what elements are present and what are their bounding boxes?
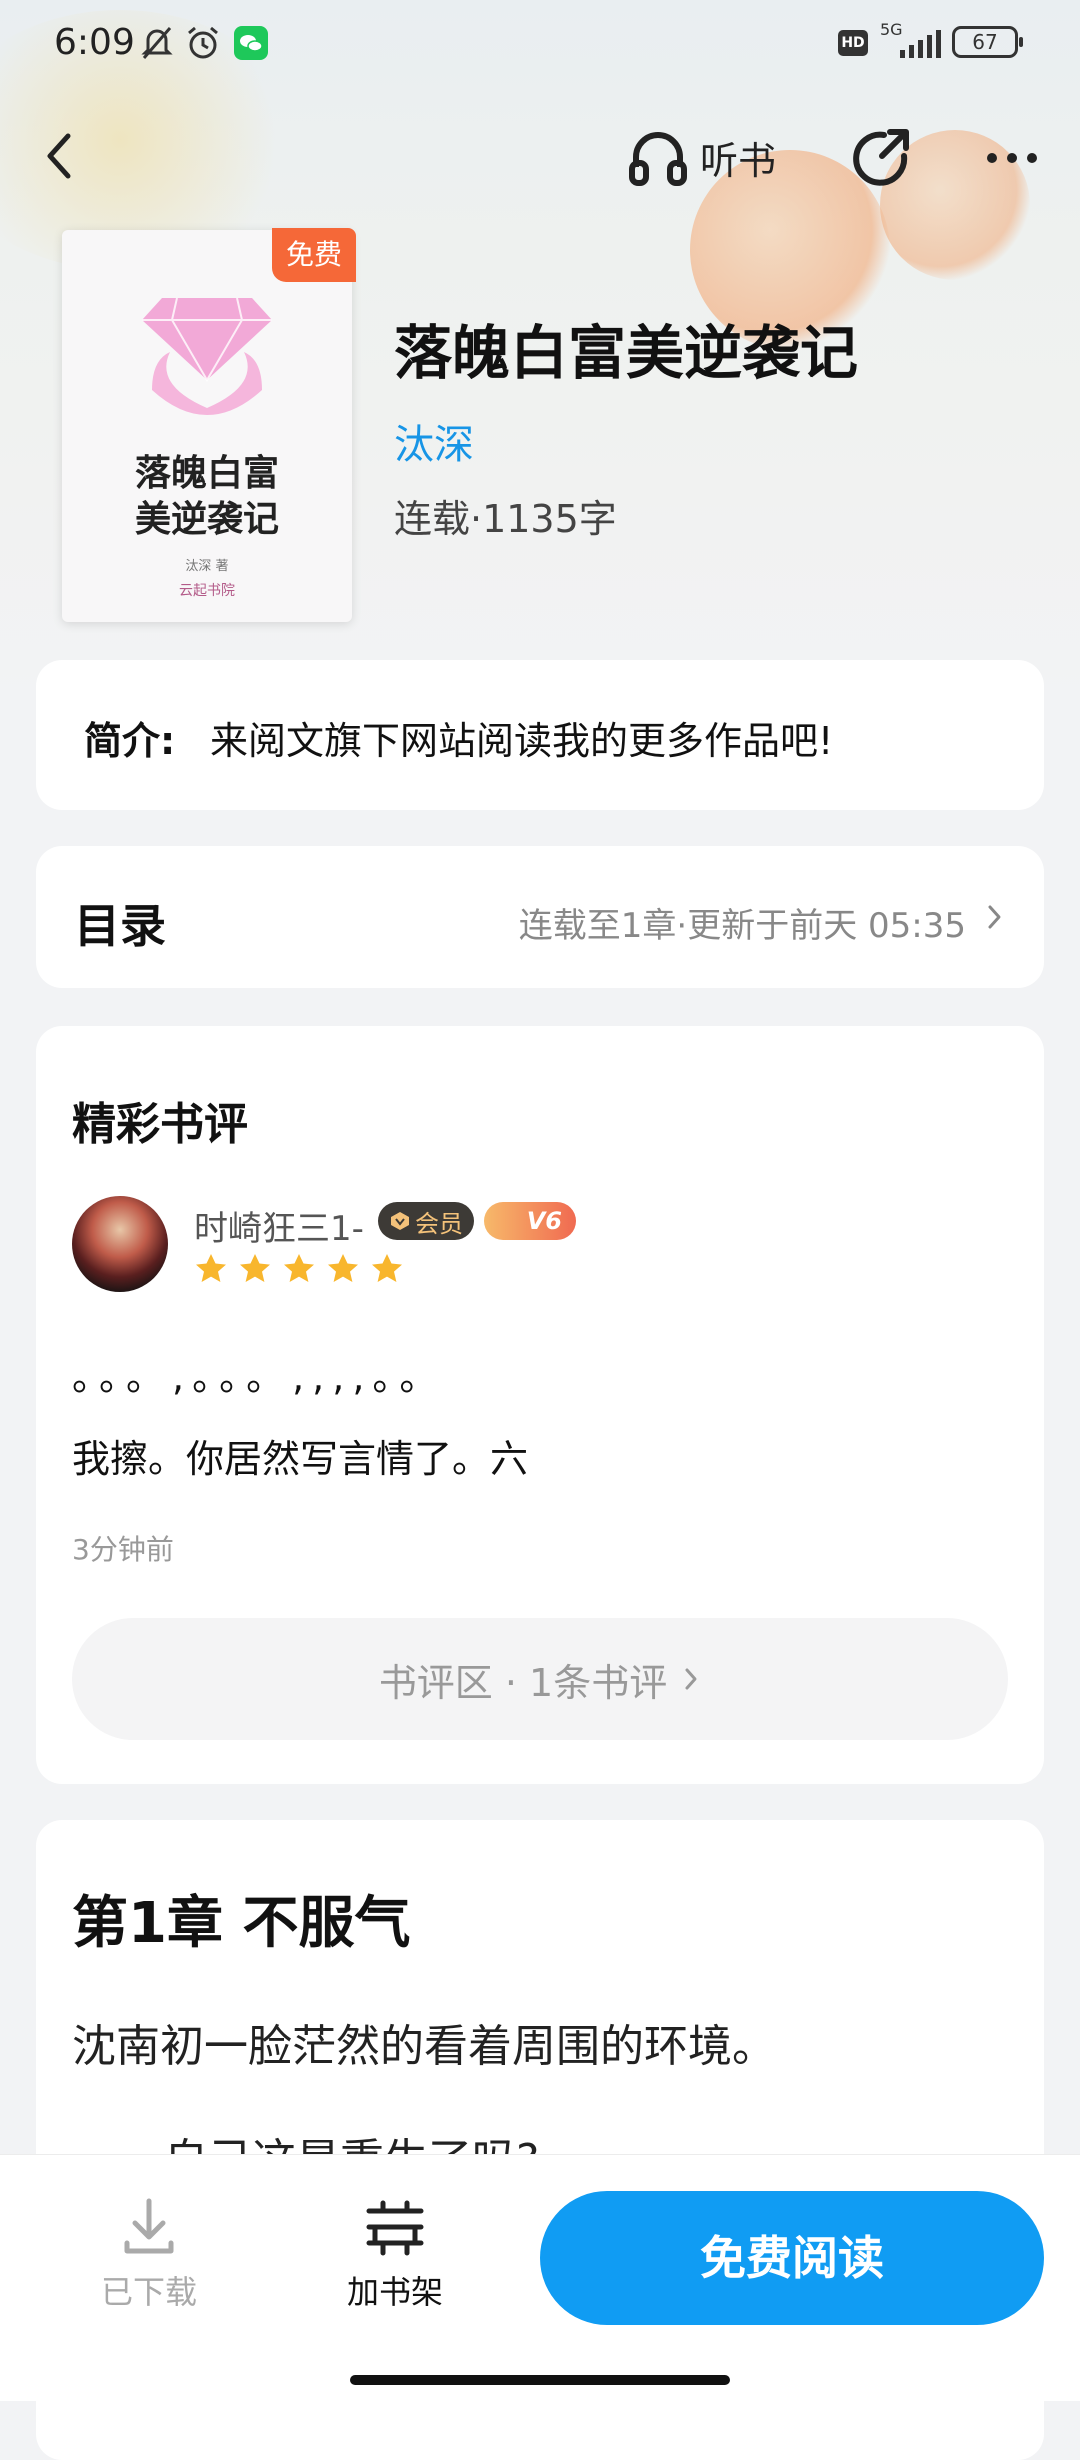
chapter-paragraph: 沈南初一脸茫然的看着周围的环境。: [72, 2021, 776, 2072]
more-icon[interactable]: [982, 128, 1042, 188]
mute-icon: [141, 27, 173, 59]
intro-card[interactable]: 简介: 来阅文旗下网站阅读我的更多作品吧!: [36, 660, 1044, 810]
clock: 6:09: [54, 22, 135, 63]
avatar[interactable]: [72, 1196, 168, 1292]
star-icon: [240, 1254, 270, 1282]
cover-title: 落魄白富 美逆袭记: [134, 452, 279, 540]
intro-text: 来阅文旗下网站阅读我的更多作品吧!: [210, 719, 834, 763]
chevron-right-icon: [988, 905, 1001, 929]
intro-label: 简介:: [84, 719, 176, 763]
book-cover[interactable]: 落魄白富 美逆袭记 汰深 著 云起书院: [62, 230, 352, 622]
review-text-line-1: 。。。,。。。,,,,。。: [72, 1355, 446, 1399]
battery-icon: 67: [952, 26, 1023, 58]
signal-icon: [900, 30, 941, 58]
headphones-icon: [629, 132, 687, 186]
share-icon[interactable]: [846, 124, 916, 194]
star-icon: [196, 1254, 226, 1282]
chevron-right-icon: [685, 1668, 697, 1690]
level-badge: V6: [484, 1202, 576, 1240]
review-username[interactable]: 时崎狂三1-: [194, 1201, 364, 1250]
toc-row[interactable]: 目录 连载至1章·更新于前天 05:35: [36, 846, 1044, 988]
add-to-shelf-label: 加书架: [346, 2273, 443, 2311]
chapter-title: 第1章 不服气: [72, 1891, 411, 1956]
bookshelf-icon: [366, 2200, 424, 2256]
toc-label: 目录: [74, 899, 166, 953]
back-icon[interactable]: [40, 126, 80, 186]
vip-badge: 会员: [378, 1202, 474, 1240]
star-icon: [284, 1254, 314, 1282]
listen-label: 听书: [700, 138, 777, 183]
vip-crown-icon: [391, 1212, 409, 1230]
star-icon: [372, 1254, 402, 1282]
star-rating: [194, 1252, 404, 1284]
review-zone-label: 书评区 · 1条书评: [378, 1660, 668, 1705]
review-text-line-2: 我擦。你居然写言情了。六: [72, 1437, 529, 1481]
book-title: 落魄白富美逆袭记: [394, 319, 859, 387]
bottom-action-bar: 已下载 加书架 免费阅读: [0, 2154, 1080, 2401]
download-icon: [124, 2198, 174, 2254]
book-author-link[interactable]: 汰深: [394, 412, 474, 470]
alarm-icon: [188, 26, 218, 59]
review-zone-button[interactable]: 书评区 · 1条书评: [72, 1618, 1008, 1740]
free-badge: 免费: [272, 228, 356, 282]
downloaded-label: 已下载: [100, 2273, 197, 2311]
listen-button[interactable]: 听书: [626, 122, 776, 192]
cover-publisher: 云起书院: [179, 583, 235, 599]
diamond-ring-icon: [142, 297, 272, 415]
home-indicator[interactable]: [350, 2375, 730, 2385]
vip-label: 会员: [415, 1209, 463, 1238]
review-time: 3分钟前: [72, 1533, 174, 1566]
status-bar: 6:09 HD 5G 67: [0, 0, 1080, 90]
free-read-button[interactable]: 免费阅读: [540, 2191, 1044, 2325]
reviews-card: 精彩书评 时崎狂三1- 会员 V6 。。。,。。。,,,,。。 我擦。你居然写言…: [36, 1026, 1044, 1784]
reviews-header: 精彩书评: [72, 1099, 248, 1150]
wechat-notification-icon: [234, 26, 268, 60]
downloaded-button[interactable]: 已下载: [74, 2197, 224, 2313]
add-to-shelf-button[interactable]: 加书架: [320, 2197, 470, 2313]
hd-icon: HD: [838, 30, 868, 56]
cover-author: 汰深 著: [185, 559, 229, 574]
book-meta: 连载·1135字: [394, 497, 617, 541]
toc-status: 连载至1章·更新于前天 05:35: [518, 906, 966, 946]
star-icon: [328, 1254, 358, 1282]
